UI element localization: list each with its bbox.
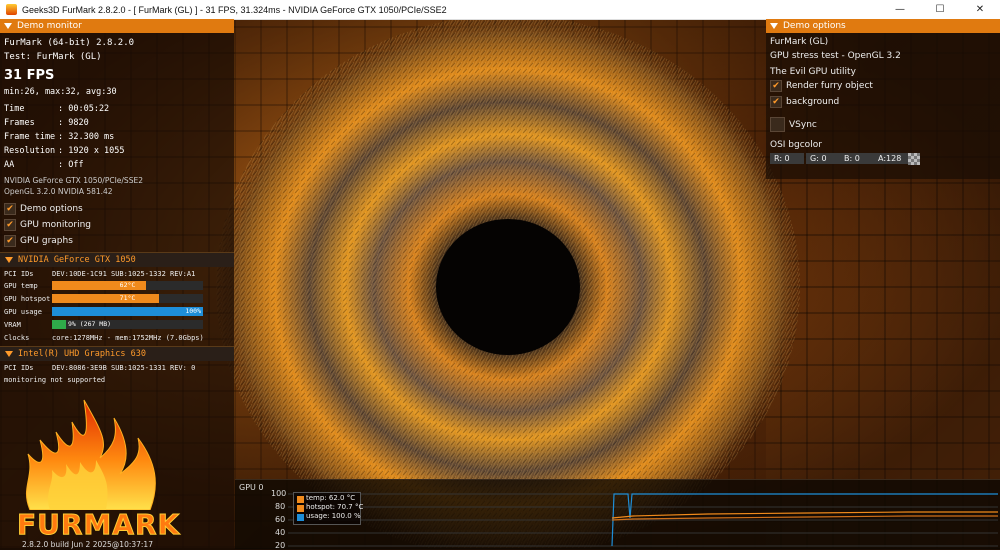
stat-resolution-value: : 1920 x 1055 [58, 146, 125, 156]
checkmark-icon: ✔ [770, 96, 782, 108]
test-name: Test: FurMark (GL) [4, 52, 102, 62]
demo-options-panel: Demo options FurMark (GL) GPU stress tes… [766, 19, 1000, 179]
stat-aa-value: : Off [58, 160, 84, 170]
clocks-value: core:1278MHz - mem:1752MHz (7.0Gbps) [52, 334, 204, 342]
minimize-button[interactable]: — [880, 0, 920, 19]
gpu2-pci-label: PCI IDs [4, 364, 34, 372]
gpu-graphs-label: GPU graphs [20, 236, 73, 246]
empty-checkbox-icon [770, 117, 785, 132]
demo-description: GPU stress test - OpenGL 3.2 [770, 51, 901, 61]
gpu-hotspot-text: 71°C [119, 294, 136, 302]
legend-temp: temp: 62.0 °C [306, 494, 356, 502]
legend-usage: usage: 100.0 % [306, 512, 361, 520]
gpu-hotspot-bar: 71°C [52, 294, 203, 303]
collapse-arrow-icon [770, 23, 778, 29]
demo-name: FurMark (GL) [770, 37, 829, 47]
gpu2-pci-value: DEV:8086-3E9B SUB:1025-1331 REV: 0 [52, 364, 196, 372]
checkmark-icon: ✔ [4, 203, 16, 215]
vram-bar: 9% (267 MB) [52, 320, 203, 329]
osi-r-field[interactable]: R: 0 [770, 153, 804, 164]
furmark-logo-text: FURMARK [16, 508, 181, 542]
stat-frametime-label: Frame time [4, 132, 56, 142]
window-titlebar: Geeks3D FurMark 2.8.2.0 - [ FurMark (GL)… [0, 0, 1000, 20]
gpu2-monitoring-note: monitoring not supported [4, 376, 106, 384]
osi-a-field[interactable]: A:128 [874, 153, 910, 164]
stat-time-value: : 00:05:22 [58, 104, 110, 114]
demo-options-label: Demo options [20, 204, 83, 214]
collapse-arrow-icon [5, 257, 13, 263]
stat-frames-label: Frames [4, 118, 35, 128]
gpu2-header[interactable]: Intel(R) UHD Graphics 630 [0, 346, 234, 361]
osi-g-field[interactable]: G: 0 [806, 153, 840, 164]
graph-title: GPU 0 [239, 483, 264, 492]
stat-frametime-value: : 32.300 ms [58, 132, 115, 142]
gpu-hotspot-label: GPU hotspot [4, 295, 51, 303]
fps-value: 31 FPS [4, 68, 55, 83]
graph-legend: temp: 62.0 °C hotspot: 70.7 °C usage: 10… [293, 492, 364, 525]
legend-hotspot: hotspot: 70.7 °C [306, 503, 364, 511]
gpu-usage-bar: 100% [52, 307, 203, 316]
legend-temp-swatch [297, 496, 304, 503]
maximize-button[interactable]: ☐ [920, 0, 960, 19]
y-tick-20: 20 [275, 541, 286, 550]
gpu1-pci-label: PCI IDs [4, 270, 34, 278]
stat-frames-value: : 9820 [58, 118, 89, 128]
gpu-temp-label: GPU temp [4, 282, 38, 290]
osi-bgcolor-label: OSI bgcolor [770, 140, 822, 150]
window-title: Geeks3D FurMark 2.8.2.0 - [ FurMark (GL)… [22, 4, 447, 15]
demo-monitor-header[interactable]: Demo monitor [0, 19, 234, 33]
demo-options-title: Demo options [783, 21, 846, 31]
gpu-graphs-checkbox[interactable]: ✔ GPU graphs [4, 235, 73, 247]
vsync-checkbox[interactable]: VSync [770, 117, 817, 132]
utility-caption: The Evil GPU utility [770, 67, 856, 77]
graph-plot [288, 493, 998, 547]
furmark-app-icon [6, 4, 17, 15]
vram-text: 9% (267 MB) [68, 320, 112, 328]
gpu-usage-label: GPU usage [4, 308, 42, 316]
background-label: background [786, 97, 840, 107]
fps-stats: min:26, max:32, avg:30 [4, 87, 117, 97]
render-furry-object-checkbox[interactable]: ✔ Render furry object [770, 80, 873, 92]
vsync-label: VSync [789, 119, 817, 130]
gpu2-name: Intel(R) UHD Graphics 630 [18, 349, 146, 359]
app-name: FurMark (64-bit) 2.8.2.0 [4, 38, 135, 48]
background-checkbox[interactable]: ✔ background [770, 96, 839, 108]
y-tick-100: 100 [271, 489, 287, 498]
furmark-flame-logo [26, 399, 156, 510]
demo-options-header[interactable]: Demo options [766, 19, 1000, 33]
y-tick-80: 80 [275, 502, 286, 511]
gpu-temp-bar: 62°C [52, 281, 203, 290]
clocks-label: Clocks [4, 334, 30, 342]
demo-options-checkbox[interactable]: ✔ Demo options [4, 203, 83, 215]
osi-b-field[interactable]: B: 0 [840, 153, 874, 164]
collapse-arrow-icon [4, 23, 12, 29]
y-tick-40: 40 [275, 528, 286, 537]
gpu-monitoring-checkbox[interactable]: ✔ GPU monitoring [4, 219, 91, 231]
demo-monitor-title: Demo monitor [17, 21, 82, 31]
gpu1-header[interactable]: NVIDIA GeForce GTX 1050 [0, 252, 234, 267]
opengl-version: OpenGL 3.2.0 NVIDIA 581.42 [4, 187, 113, 196]
checkmark-icon: ✔ [770, 80, 782, 92]
stat-resolution-label: Resolution [4, 146, 56, 156]
gpu-monitoring-label: GPU monitoring [20, 220, 91, 230]
checkmark-icon: ✔ [4, 219, 16, 231]
y-tick-60: 60 [275, 515, 286, 524]
temp-line [611, 515, 998, 521]
legend-usage-swatch [297, 514, 304, 521]
gpu-temp-text: 62°C [119, 281, 136, 289]
checkmark-icon: ✔ [4, 235, 16, 247]
gpu1-pci-value: DEV:10DE-1C91 SUB:1025-1332 REV:A1 [52, 270, 196, 278]
renderer-string: NVIDIA GeForce GTX 1050/PCIe/SSE2 [4, 176, 143, 185]
gpu1-name: NVIDIA GeForce GTX 1050 [18, 255, 136, 265]
close-button[interactable]: ✕ [960, 0, 1000, 19]
collapse-arrow-icon [5, 351, 13, 357]
vram-label: VRAM [4, 321, 21, 329]
gpu-usage-text: 100% [185, 307, 201, 315]
legend-hotspot-swatch [297, 505, 304, 512]
render-furry-object-label: Render furry object [786, 81, 873, 91]
stat-time-label: Time [4, 104, 25, 114]
color-swatch[interactable] [908, 153, 920, 165]
gpu-graph-panel: GPU 0 100 80 60 40 20 temp: 62.0 °C hots… [235, 479, 1000, 550]
stat-aa-label: AA [4, 160, 15, 170]
